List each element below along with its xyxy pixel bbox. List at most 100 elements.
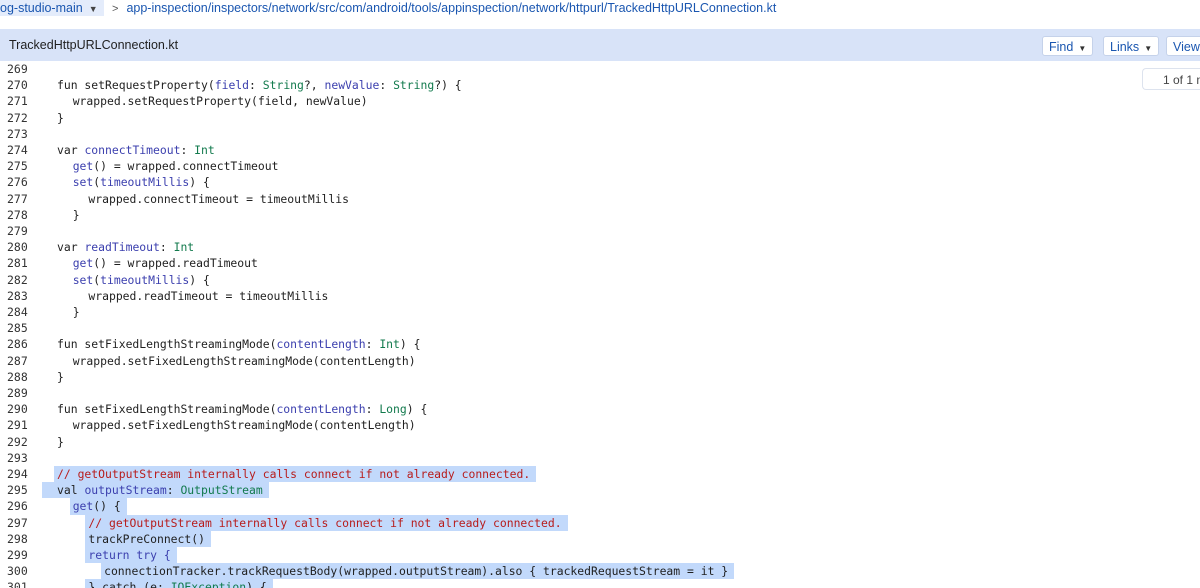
line-number[interactable]: 283: [7, 288, 35, 304]
code-token: ?) {: [434, 78, 462, 93]
code-line: 277 wrapped.connectTimeout = timeoutMilli…: [0, 191, 1200, 207]
line-number[interactable]: 274: [7, 142, 35, 158]
code-token: String: [393, 78, 435, 93]
line-number[interactable]: 284: [7, 304, 35, 320]
code-token: fun setFixedLengthStreamingMode(: [57, 402, 277, 417]
code-token: timeoutMillis: [100, 175, 190, 190]
find-button[interactable]: Find ▼: [1042, 36, 1094, 56]
line-number[interactable]: 287: [7, 353, 35, 369]
code-line: 288}: [0, 369, 1200, 385]
line-number[interactable]: 278: [7, 207, 35, 223]
code-line: 276 set(timeoutMillis) {: [0, 174, 1200, 190]
code-token: contentLength: [276, 337, 366, 352]
line-number[interactable]: 281: [7, 255, 35, 271]
code-token: String: [262, 78, 304, 93]
code-token: set: [72, 272, 94, 287]
line-number[interactable]: 294: [7, 466, 35, 482]
code-token: field: [214, 78, 250, 93]
code-line: 273: [0, 126, 1200, 142]
code-token: ) {: [246, 580, 267, 588]
line-number[interactable]: 270: [7, 77, 35, 93]
line-number[interactable]: 292: [7, 434, 35, 450]
code-token: :: [166, 483, 181, 498]
line-number[interactable]: 293: [7, 450, 35, 466]
line-number[interactable]: 269: [7, 61, 35, 77]
line-number[interactable]: 279: [7, 223, 35, 239]
code-line: 284}: [0, 304, 1200, 320]
code-token: // getOutputStream internally calls conn…: [57, 467, 531, 481]
code-line: 290 fun setFixedLengthStreamingMode(conte…: [0, 401, 1200, 417]
line-number[interactable]: 290: [7, 401, 35, 417]
line-number[interactable]: 277: [7, 191, 35, 207]
match-count: 1 of 1 m: [1142, 68, 1200, 90]
line-number[interactable]: 285: [7, 320, 35, 336]
code-view[interactable]: 269 270 fun setRequestProperty(field: Stri…: [0, 61, 1200, 588]
line-number[interactable]: 291: [7, 417, 35, 433]
branch-selector[interactable]: og-studio-main ▼: [0, 0, 104, 16]
line-number[interactable]: 301: [7, 579, 35, 588]
line-number[interactable]: 289: [7, 385, 35, 401]
chevron-down-icon: ▼: [88, 4, 98, 14]
file-path-link[interactable]: app-inspection/inspectors/network/src/co…: [126, 1, 776, 15]
code-line: 285: [0, 320, 1200, 336]
line-number[interactable]: 286: [7, 336, 35, 352]
breadcrumb: > app-inspection/inspectors/network/src/c…: [112, 0, 776, 17]
code-token: }: [57, 434, 64, 449]
code-token: Int: [379, 337, 400, 352]
code-token: get: [72, 159, 94, 174]
line-number[interactable]: 282: [7, 272, 35, 288]
code-text: }: [57, 110, 64, 126]
code-token: wrapped.setFixedLengthStreamingMode(cont…: [72, 353, 416, 368]
code-token: () {: [93, 499, 121, 514]
code-line: 301} catch (e: IOException) {: [0, 579, 1200, 588]
line-number[interactable]: 300: [7, 563, 35, 579]
code-text: get() = wrapped.connectTimeout: [73, 158, 279, 174]
line-number[interactable]: 273: [7, 126, 35, 142]
code-text: fun setFixedLengthStreamingMode(contentL…: [57, 336, 420, 352]
code-token: timeoutMillis: [100, 272, 190, 287]
code-token: connectionTracker.trackRequestBody(wrapp…: [104, 564, 729, 579]
line-number[interactable]: 272: [7, 110, 35, 126]
code-token: get: [72, 256, 94, 271]
code-token: wrapped.setFixedLengthStreamingMode(cont…: [72, 418, 416, 433]
code-token: :: [180, 143, 195, 157]
code-line: 272}: [0, 110, 1200, 126]
code-token: () = wrapped.readTimeout: [93, 256, 258, 271]
links-button[interactable]: Links ▼: [1103, 36, 1160, 56]
line-number[interactable]: 298: [7, 531, 35, 547]
line-number[interactable]: 275: [7, 158, 35, 174]
code-line: 282 set(timeoutMillis) {: [0, 272, 1200, 288]
code-token: // getOutputStream internally calls conn…: [88, 515, 562, 530]
code-token: }: [57, 110, 64, 125]
code-token: Long: [379, 402, 407, 417]
line-number[interactable]: 295: [7, 482, 35, 498]
code-token: set: [72, 175, 94, 190]
line-number[interactable]: 271: [7, 93, 35, 109]
chevron-right-icon: >: [112, 3, 119, 15]
code-token: }: [72, 207, 80, 222]
code-text: val outputStream: OutputStream: [57, 482, 263, 498]
code-line: 274 var connectTimeout: Int: [0, 142, 1200, 158]
code-token: fun setRequestProperty(: [57, 78, 215, 93]
line-number[interactable]: 297: [7, 515, 35, 531]
line-number[interactable]: 276: [7, 174, 35, 190]
code-token: }: [57, 369, 64, 384]
code-line: 275 get() = wrapped.connectTimeout: [0, 158, 1200, 174]
line-number[interactable]: 296: [7, 498, 35, 514]
code-line: 278}: [0, 207, 1200, 223]
caret-down-icon: ▼: [1144, 44, 1153, 53]
view-button[interactable]: View: [1166, 36, 1200, 56]
code-token: var: [57, 143, 85, 157]
code-text: trackPreConnect(): [88, 531, 205, 547]
code-token: ) {: [189, 272, 210, 287]
code-token: readTimeout: [84, 240, 160, 255]
line-number[interactable]: 299: [7, 547, 35, 563]
code-token: IOException: [170, 580, 247, 588]
code-text: fun setRequestProperty(field: String?, n…: [57, 77, 462, 93]
line-number[interactable]: 288: [7, 369, 35, 385]
code-token: connectTimeout: [84, 143, 181, 157]
code-line: 280 var readTimeout: Int: [0, 239, 1200, 255]
code-text: wrapped.readTimeout = timeoutMillis: [88, 288, 328, 304]
line-number[interactable]: 280: [7, 239, 35, 255]
code-token: ?,: [303, 78, 325, 93]
